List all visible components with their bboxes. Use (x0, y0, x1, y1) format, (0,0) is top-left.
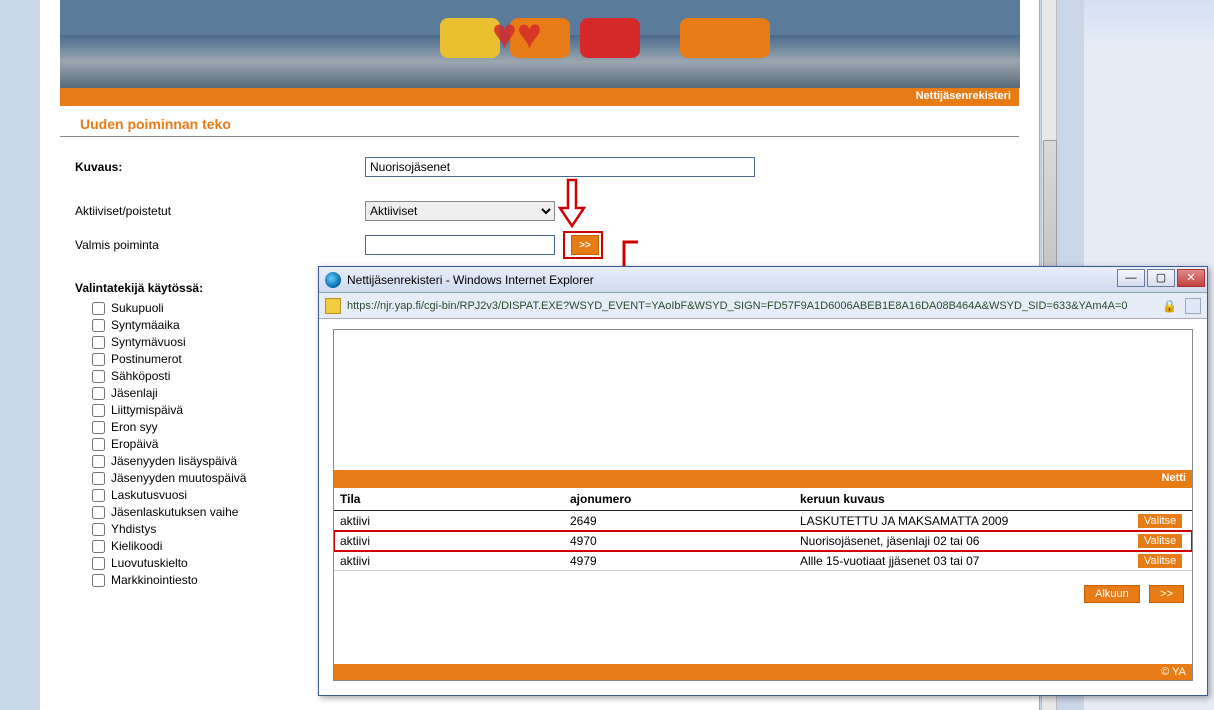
table-row: aktiivi4979Allle 15-vuotiaat jjäsenet 03… (334, 551, 1192, 571)
cell-kuvaus: Allle 15-vuotiaat jjäsenet 03 tai 07 (794, 551, 1132, 571)
hero-item (580, 18, 640, 58)
valinta-checkbox[interactable] (92, 472, 105, 485)
valitse-button[interactable]: Valitse (1138, 534, 1182, 548)
valinta-checkbox[interactable] (92, 540, 105, 553)
valinta-label: Luovutuskielto (111, 556, 188, 570)
valinta-checkbox[interactable] (92, 353, 105, 366)
valinta-label: Syntymäaika (111, 318, 180, 332)
row-kuvaus: Kuvaus: (75, 157, 1019, 177)
valinta-checkbox[interactable] (92, 438, 105, 451)
col-action (1132, 488, 1192, 511)
valinta-label: Eron syy (111, 420, 158, 434)
favicon-icon (325, 298, 341, 314)
next-page-button[interactable]: >> (1149, 585, 1184, 603)
row-valmis: Valmis poiminta >> (75, 231, 1019, 259)
cell-ajonumero: 4970 (564, 531, 794, 551)
cell-ajonumero: 2649 (564, 511, 794, 531)
ie-title-text: Nettijäsenrekisteri - Windows Internet E… (347, 273, 594, 287)
hero-item (440, 18, 500, 58)
valinta-checkbox[interactable] (92, 506, 105, 519)
valmis-label: Valmis poiminta (75, 238, 365, 252)
refresh-button[interactable] (1185, 298, 1201, 314)
valinta-label: Syntymävuosi (111, 335, 186, 349)
valinta-checkbox[interactable] (92, 523, 105, 536)
valinta-checkbox[interactable] (92, 387, 105, 400)
valinta-label: Kielikoodi (111, 539, 162, 553)
valinta-label: Markkinointiesto (111, 573, 198, 587)
valitse-button[interactable]: Valitse (1138, 514, 1182, 528)
valinta-checkbox[interactable] (92, 302, 105, 315)
valinta-checkbox[interactable] (92, 574, 105, 587)
valinta-label: Jäsenyyden lisäyspäivä (111, 454, 237, 468)
kuvaus-input[interactable] (365, 157, 755, 177)
valinta-label: Liittymispäivä (111, 403, 183, 417)
valinta-checkbox[interactable] (92, 370, 105, 383)
valinta-label: Jäsenyyden muutospäivä (111, 471, 246, 485)
aktiiviset-label: Aktiiviset/poistetut (75, 204, 365, 218)
col-kuvaus: keruun kuvaus (794, 488, 1132, 511)
arrow-icon (558, 178, 588, 228)
cell-tila: aktiivi (334, 551, 564, 571)
go-highlight-box: >> (563, 231, 603, 259)
cell-kuvaus: LASKUTETTU JA MAKSAMATTA 2009 (794, 511, 1132, 531)
table-row: aktiivi2649LASKUTETTU JA MAKSAMATTA 2009… (334, 511, 1192, 531)
minimize-button[interactable]: — (1117, 269, 1145, 287)
valinta-checkbox[interactable] (92, 557, 105, 570)
valmis-input[interactable] (365, 235, 555, 255)
cell-tila: aktiivi (334, 531, 564, 551)
kuvaus-label: Kuvaus: (75, 160, 365, 174)
hearts-icon: ♥♥ (492, 10, 542, 58)
valinta-label: Jäsenlaji (111, 386, 158, 400)
valinta-label: Sukupuoli (111, 301, 164, 315)
close-button[interactable]: ✕ (1177, 269, 1205, 287)
valinta-label: Jäsenlaskutuksen vaihe (111, 505, 238, 519)
ie-titlebar[interactable]: Nettijäsenrekisteri - Windows Internet E… (319, 267, 1207, 293)
ie-footer-buttons: Alkuun >> (334, 571, 1192, 609)
ie-content: Netti Tila ajonumero keruun kuvaus aktii… (333, 329, 1193, 681)
valinta-checkbox[interactable] (92, 336, 105, 349)
row-aktiiviset: Aktiiviset/poistetut Aktiiviset (75, 201, 1019, 221)
ie-orange-bar: Netti (334, 470, 1192, 488)
aktiiviset-select[interactable]: Aktiiviset (365, 201, 555, 221)
col-tila: Tila (334, 488, 564, 511)
valinta-label: Laskutusvuosi (111, 488, 187, 502)
ie-url: https://njr.yap.fi/cgi-bin/RPJ2v3/DISPAT… (347, 300, 1158, 312)
valinta-checkbox[interactable] (92, 489, 105, 502)
ie-copyright: © YA (334, 664, 1192, 680)
ie-address-bar[interactable]: https://njr.yap.fi/cgi-bin/RPJ2v3/DISPAT… (319, 293, 1207, 319)
valinta-checkbox[interactable] (92, 319, 105, 332)
col-ajonumero: ajonumero (564, 488, 794, 511)
hero-banner: ♥♥ (60, 0, 1020, 88)
valinta-checkbox[interactable] (92, 455, 105, 468)
ie-icon (325, 272, 341, 288)
valinta-checkbox[interactable] (92, 404, 105, 417)
alkuun-button[interactable]: Alkuun (1084, 585, 1140, 603)
valinta-label: Yhdistys (111, 522, 156, 536)
maximize-button[interactable]: ▢ (1147, 269, 1175, 287)
valinta-label: Eropäivä (111, 437, 158, 451)
page-title: Uuden poiminnan teko (60, 106, 1019, 137)
go-button[interactable]: >> (571, 235, 599, 255)
cell-kuvaus: Nuorisojäsenet, jäsenlaji 02 tai 06 (794, 531, 1132, 551)
valinta-checkbox[interactable] (92, 421, 105, 434)
hero-item (680, 18, 770, 58)
valinta-label: Sähköposti (111, 369, 170, 383)
ie-window: Nettijäsenrekisteri - Windows Internet E… (318, 266, 1208, 696)
table-row: aktiivi4970Nuorisojäsenet, jäsenlaji 02 … (334, 531, 1192, 551)
valitse-button[interactable]: Valitse (1138, 554, 1182, 568)
cell-ajonumero: 4979 (564, 551, 794, 571)
results-table: Tila ajonumero keruun kuvaus aktiivi2649… (334, 488, 1192, 571)
cell-tila: aktiivi (334, 511, 564, 531)
hero-orange-bar: Nettijäsenrekisteri (60, 88, 1019, 106)
valinta-label: Postinumerot (111, 352, 182, 366)
lock-icon: 🔒 (1162, 299, 1177, 313)
